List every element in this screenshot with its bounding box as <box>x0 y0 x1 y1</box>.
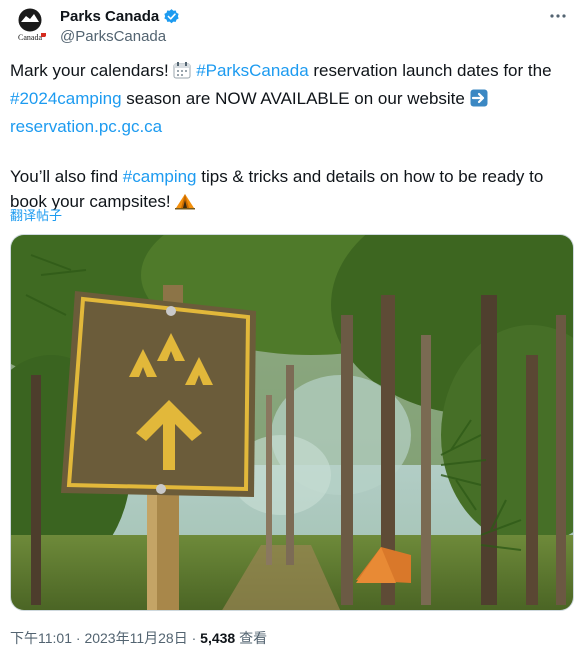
campsite-sign-photo <box>11 235 573 610</box>
hashtag-2024camping[interactable]: #2024camping <box>10 89 122 108</box>
tweet-text-part: season are NOW AVAILABLE on our website <box>121 89 470 108</box>
right-arrow-emoji-icon <box>470 89 488 114</box>
tweet-text-part: Mark your calendars! <box>10 61 174 80</box>
svg-text:Canada: Canada <box>18 33 42 42</box>
tweet-photo[interactable] <box>10 234 574 611</box>
tweet-meta: 下午11:01 · 2023年11月28日 · 5,438 查看 <box>10 628 267 648</box>
tweet-text-part: You’ll also find <box>10 167 123 186</box>
views-label: 查看 <box>235 630 268 646</box>
separator: · <box>72 630 85 646</box>
avatar[interactable]: Canada <box>10 4 50 44</box>
name-row: Parks Canada <box>60 8 180 25</box>
more-options-icon[interactable] <box>546 4 570 28</box>
tweet-text-part: reservation launch dates for the <box>308 61 557 80</box>
reservation-link[interactable]: reservation.pc.gc.ca <box>10 117 162 136</box>
verified-badge-icon <box>164 9 179 24</box>
parks-canada-logo-icon: Canada <box>18 8 46 42</box>
tweet-time[interactable]: 下午11:01 <box>10 630 72 646</box>
tweet-header: Canada Parks Canada @ParksCanada <box>10 4 570 48</box>
tent-emoji-icon <box>175 192 196 217</box>
calendar-emoji-icon <box>173 61 191 86</box>
hashtag-parkscanada[interactable]: #ParksCanada <box>196 61 308 80</box>
handle[interactable]: @ParksCanada <box>60 28 166 45</box>
separator: · <box>187 630 201 646</box>
tweet-text: Mark your calendars! #ParksCanada reserv… <box>10 58 570 217</box>
display-name[interactable]: Parks Canada <box>60 8 159 25</box>
views-count: 5,438 <box>200 630 236 646</box>
tweet-date[interactable]: 2023年11月28日 <box>84 630 187 646</box>
translate-post-link[interactable]: 翻译帖子 <box>10 205 62 224</box>
hashtag-camping[interactable]: #camping <box>123 167 197 186</box>
